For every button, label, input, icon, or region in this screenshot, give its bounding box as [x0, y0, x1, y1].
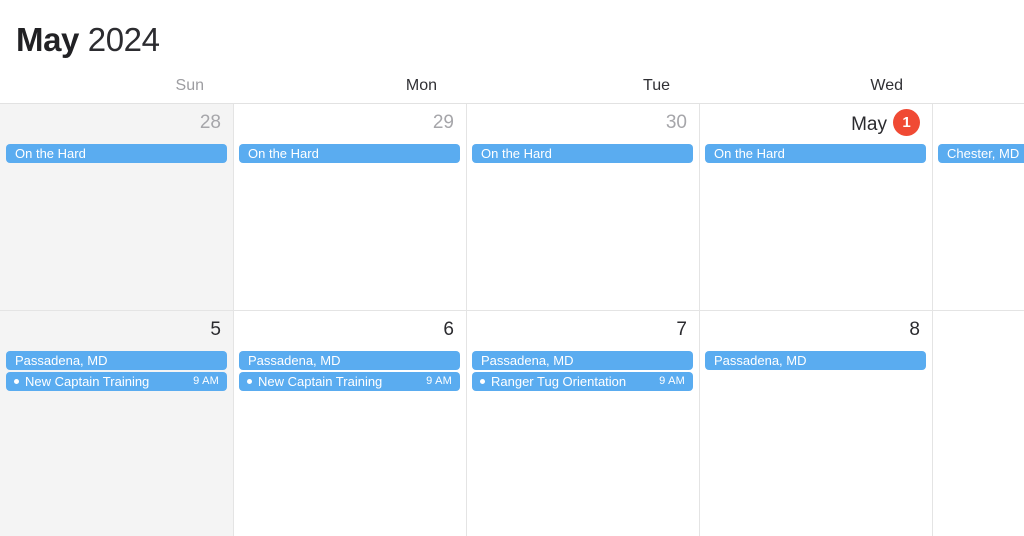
- day-number-value: 29: [432, 112, 454, 133]
- calendar-event[interactable]: New Captain Training 9 AM: [6, 372, 227, 391]
- calendar-event[interactable]: On the Hard: [705, 144, 926, 163]
- day-cell-8[interactable]: 8 Passadena, MD: [699, 311, 932, 536]
- day-number: 5: [210, 318, 221, 342]
- event-list: On the Hard: [6, 144, 227, 165]
- day-number-value: 30: [665, 112, 687, 133]
- event-title: On the Hard: [481, 146, 552, 161]
- calendar-event[interactable]: Passadena, MD: [705, 351, 926, 370]
- day-cell-28[interactable]: 28 On the Hard: [0, 104, 233, 311]
- column-divider: [932, 104, 933, 311]
- column-divider: [466, 104, 467, 311]
- calendar-header: May 2024: [0, 0, 1024, 68]
- calendar-event[interactable]: Passadena, MD: [6, 351, 227, 370]
- day-cell-7[interactable]: 7 Passadena, MD Ranger Tug Orientation 9 AM: [466, 311, 699, 536]
- column-divider: [932, 311, 933, 536]
- day-number-value: 5: [210, 319, 221, 340]
- column-divider: [233, 104, 234, 311]
- calendar-event[interactable]: On the Hard: [239, 144, 460, 163]
- day-month-prefix: May: [851, 113, 887, 135]
- day-number: 6: [443, 318, 454, 342]
- event-title: New Captain Training: [258, 374, 383, 389]
- event-dot-icon: [480, 379, 485, 384]
- day-cell[interactable]: Chester, MD: [932, 104, 1024, 311]
- event-title: On the Hard: [248, 146, 319, 161]
- event-list: Passadena, MD New Captain Training 9 AM: [6, 351, 227, 393]
- event-list: On the Hard: [239, 144, 460, 165]
- event-time: 9 AM: [426, 375, 452, 387]
- today-badge: 1: [893, 109, 920, 136]
- day-number-value: 7: [676, 319, 687, 340]
- day-number: 8: [909, 318, 920, 342]
- column-divider: [699, 104, 700, 311]
- week-row: 28 On the Hard 29 On the Hard 30 On the Hard M…: [0, 104, 1024, 311]
- weekday-header-tue: Tue: [643, 77, 670, 94]
- weekday-header-mon: Mon: [405, 77, 437, 94]
- title-year: 2024: [87, 21, 160, 58]
- calendar-event[interactable]: Chester, MD: [938, 144, 1024, 163]
- calendar-event[interactable]: On the Hard: [472, 144, 693, 163]
- title-month: May: [16, 21, 79, 58]
- event-list: Passadena, MD New Captain Training 9 AM: [239, 351, 460, 393]
- day-number-value: 6: [443, 319, 454, 340]
- day-cell[interactable]: [932, 311, 1024, 536]
- calendar-event[interactable]: Passadena, MD: [239, 351, 460, 370]
- event-title: On the Hard: [714, 146, 785, 161]
- event-title: Chester, MD: [947, 146, 1020, 161]
- event-title: Passadena, MD: [248, 353, 341, 368]
- event-title: Passadena, MD: [15, 353, 108, 368]
- calendar-event[interactable]: Ranger Tug Orientation 9 AM: [472, 372, 693, 391]
- event-time: 9 AM: [193, 375, 219, 387]
- column-divider: [699, 311, 700, 536]
- event-list: Chester, MD: [938, 144, 1024, 165]
- week-row: 5 Passadena, MD New Captain Training 9 AM 6 P…: [0, 311, 1024, 536]
- column-divider: [466, 311, 467, 536]
- event-list: Passadena, MD: [705, 351, 926, 372]
- calendar-event[interactable]: Passadena, MD: [472, 351, 693, 370]
- weekday-header-wed: Wed: [870, 77, 903, 94]
- day-number: 30: [666, 111, 687, 135]
- event-list: On the Hard: [472, 144, 693, 165]
- day-number: 28: [200, 111, 221, 135]
- day-number: 7: [676, 318, 687, 342]
- calendar-event[interactable]: New Captain Training 9 AM: [239, 372, 460, 391]
- calendar-grid: 28 On the Hard 29 On the Hard 30 On the Hard M…: [0, 104, 1024, 536]
- calendar-event[interactable]: On the Hard: [6, 144, 227, 163]
- column-divider: [233, 311, 234, 536]
- event-list: Passadena, MD Ranger Tug Orientation 9 AM: [472, 351, 693, 393]
- day-cell-6[interactable]: 6 Passadena, MD New Captain Training 9 AM: [233, 311, 466, 536]
- event-title: Passadena, MD: [481, 353, 574, 368]
- day-cell-5[interactable]: 5 Passadena, MD New Captain Training 9 AM: [0, 311, 233, 536]
- week-divider: [0, 310, 1024, 311]
- weekday-header-sun: Sun: [175, 77, 204, 94]
- day-number-value: 28: [199, 112, 221, 133]
- event-list: On the Hard: [705, 144, 926, 165]
- day-cell-1[interactable]: May 1 On the Hard: [699, 104, 932, 311]
- event-title: Passadena, MD: [714, 353, 807, 368]
- day-number: 29: [433, 111, 454, 135]
- day-cell-30[interactable]: 30 On the Hard: [466, 104, 699, 311]
- page-title: May 2024: [16, 21, 160, 59]
- weekday-header-blank: [932, 68, 1024, 103]
- event-title: On the Hard: [15, 146, 86, 161]
- weekday-header-row: Sun Mon Tue Wed: [0, 68, 1024, 104]
- event-dot-icon: [14, 379, 19, 384]
- event-title: Ranger Tug Orientation: [491, 374, 627, 389]
- event-title: New Captain Training: [25, 374, 150, 389]
- calendar-month-view: May 2024 Sun Mon Tue Wed 28 On the Hard 29 On …: [0, 0, 1024, 536]
- day-number-value: 8: [909, 319, 920, 340]
- day-cell-29[interactable]: 29 On the Hard: [233, 104, 466, 311]
- event-dot-icon: [247, 379, 252, 384]
- event-time: 9 AM: [659, 375, 685, 387]
- day-number: May 1: [851, 109, 920, 138]
